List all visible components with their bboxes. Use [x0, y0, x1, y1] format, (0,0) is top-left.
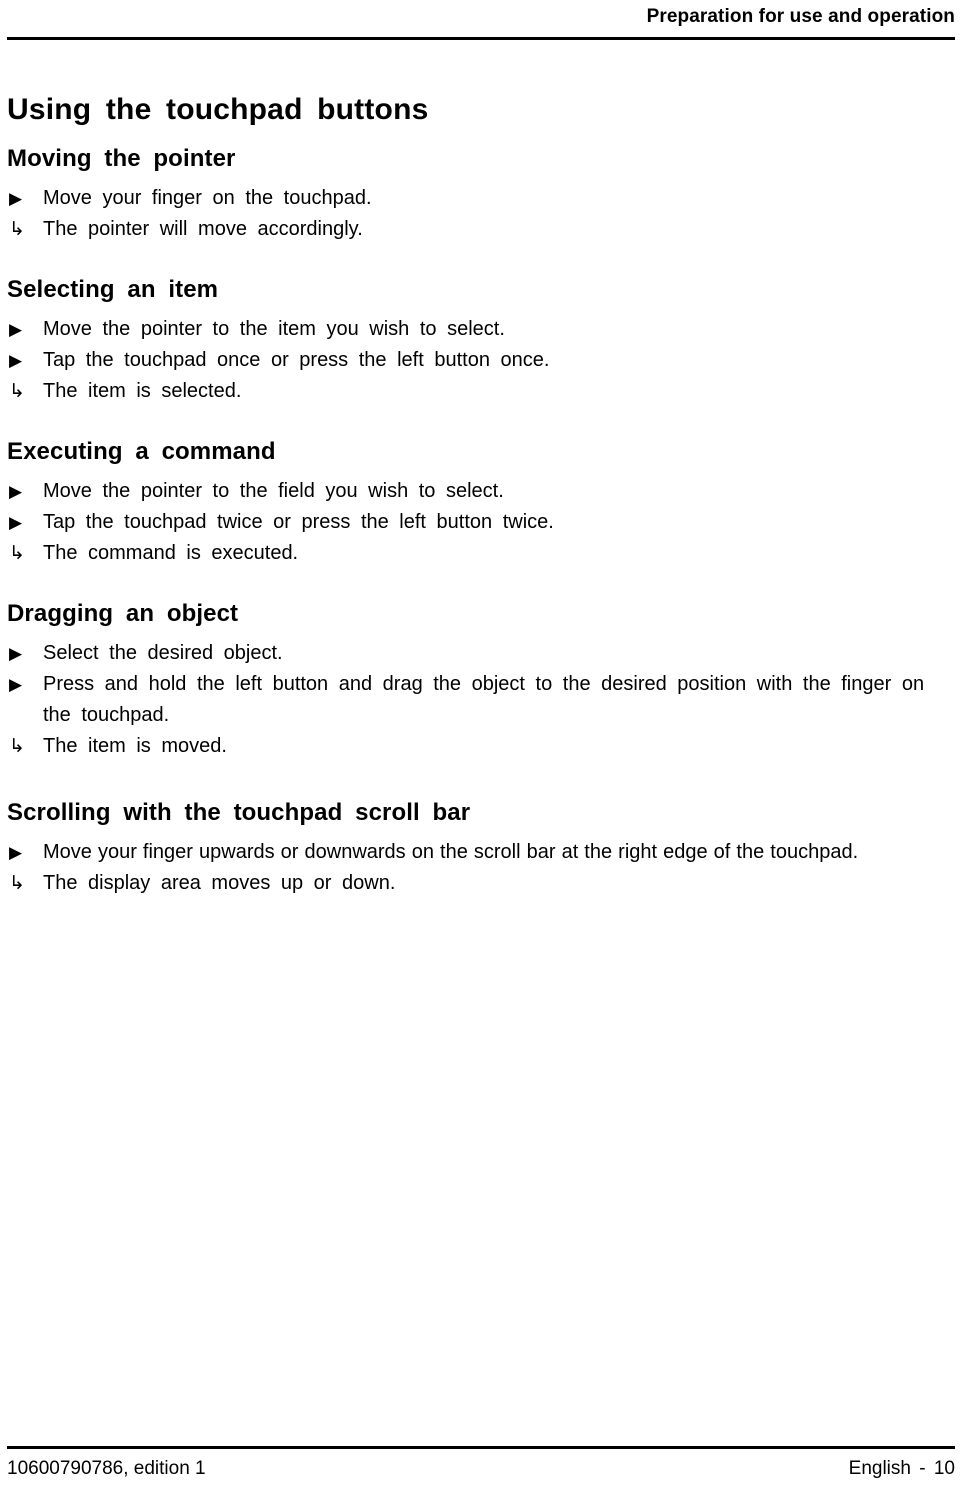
result-arrow-icon: ↳ — [9, 543, 25, 564]
action-triangle-icon: ▶ — [9, 351, 23, 370]
step-list: ▶ Move your finger on the touchpad. ↳ The p… — [7, 174, 955, 245]
step-text: Tap the touchpad once or press the left … — [43, 349, 550, 371]
document-page: Preparation for use and operation Using … — [0, 0, 960, 1497]
page-content: Using the touchpad buttons Moving the po… — [7, 92, 955, 899]
result-item: ↳ The item is moved. — [7, 731, 955, 762]
running-header-title: Preparation for use and operation — [646, 6, 955, 27]
action-triangle-icon: ▶ — [9, 482, 23, 501]
section-heading: Dragging an object — [7, 600, 239, 627]
footer-page-number: English - 10 — [848, 1458, 955, 1479]
result-item: ↳ The pointer will move accordingly. — [7, 214, 955, 245]
page-footer: 10600790786, edition 1 English - 10 — [7, 1446, 955, 1481]
footer-row: 10600790786, edition 1 English - 10 — [7, 1449, 955, 1481]
step-text: The item is moved. — [43, 735, 227, 757]
section-heading: Selecting an item — [7, 276, 219, 303]
result-item: ↳ The item is selected. — [7, 376, 955, 407]
section-moving-the-pointer: Moving the pointer ▶ Move your finger on t… — [7, 144, 955, 245]
section-heading: Scrolling with the touchpad scroll bar — [7, 799, 471, 826]
action-triangle-icon: ▶ — [9, 513, 23, 532]
page-title: Using the touchpad buttons — [7, 93, 429, 126]
action-triangle-icon: ▶ — [9, 189, 23, 208]
section-heading: Executing a command — [7, 438, 276, 465]
step-text: The item is selected. — [43, 380, 242, 402]
action-item: ▶ Move the pointer to the field you wish … — [7, 476, 955, 507]
section-executing-a-command: Executing a command ▶ Move the pointer to … — [7, 437, 955, 569]
step-text: Move your finger on the touchpad. — [43, 187, 372, 209]
step-text: Press and hold the left button and drag … — [43, 673, 925, 726]
action-triangle-icon: ▶ — [9, 320, 23, 339]
step-list: ▶ Select the desired object. ▶ Press and ho… — [7, 629, 955, 762]
action-item: ▶ Move the pointer to the item you wish t… — [7, 314, 955, 345]
section-dragging-an-object: Dragging an object ▶ Select the desired ob… — [7, 599, 955, 762]
action-item: ▶ Tap the touchpad once or press the left… — [7, 345, 955, 376]
step-text: Select the desired object. — [43, 642, 283, 664]
step-text: The pointer will move accordingly. — [43, 218, 363, 240]
footer-document-number: 10600790786, edition 1 — [7, 1458, 206, 1479]
section-heading: Moving the pointer — [7, 145, 236, 172]
step-text: The display area moves up or down. — [43, 872, 396, 894]
step-list: ▶ Move the pointer to the field you wish … — [7, 467, 955, 569]
result-item: ↳ The display area moves up or down. — [7, 868, 955, 899]
action-triangle-icon: ▶ — [9, 644, 23, 663]
result-arrow-icon: ↳ — [9, 219, 25, 240]
section-scrolling-with-the-touchpad-scroll-bar: Scrolling with the touchpad scroll bar ▶ M… — [7, 798, 955, 899]
step-list: ▶ Move the pointer to the item you wish t… — [7, 305, 955, 407]
step-list: ▶ Move your finger upwards or downwards o… — [7, 828, 955, 899]
action-item: ▶ Move your finger upwards or downwards o… — [7, 837, 955, 868]
action-item: ▶ Select the desired object. — [7, 638, 955, 669]
sections-container: Moving the pointer ▶ Move your finger on t… — [7, 144, 955, 899]
action-item: ▶ Tap the touchpad twice or press the lef… — [7, 507, 955, 538]
result-item: ↳ The command is executed. — [7, 538, 955, 569]
result-arrow-icon: ↳ — [9, 381, 25, 402]
step-text: Tap the touchpad twice or press the left… — [43, 511, 554, 533]
action-item: ▶ Move your finger on the touchpad. — [7, 183, 955, 214]
result-arrow-icon: ↳ — [9, 873, 25, 894]
header-divider — [7, 37, 955, 40]
step-text: Move the pointer to the item you wish to… — [43, 318, 505, 340]
action-item: ▶ Press and hold the left button and drag… — [7, 669, 955, 731]
step-text: Move the pointer to the field you wish t… — [43, 480, 504, 502]
page-header: Preparation for use and operation — [7, 0, 955, 40]
step-text: The command is executed. — [43, 542, 299, 564]
section-selecting-an-item: Selecting an item ▶ Move the pointer to th… — [7, 275, 955, 407]
action-triangle-icon: ▶ — [9, 675, 23, 694]
step-text: Move your finger upwards or downwards on… — [43, 841, 859, 863]
action-triangle-icon: ▶ — [9, 843, 23, 862]
result-arrow-icon: ↳ — [9, 736, 25, 757]
